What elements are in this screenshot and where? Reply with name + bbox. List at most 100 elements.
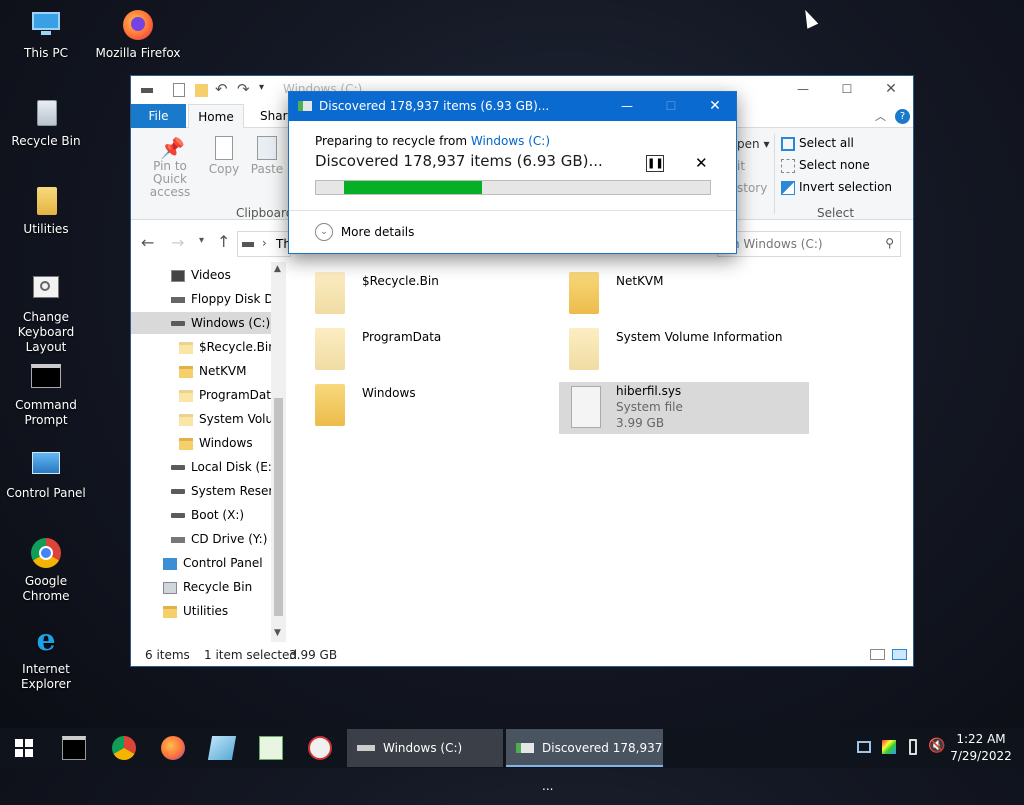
desktop-icon-internet-explorer[interactable]: e Internet Explorer — [0, 624, 92, 692]
nav-item-windows-c[interactable]: Windows (C:) — [131, 312, 271, 334]
nav-item-recycle-bin-folder[interactable]: $Recycle.Bin — [179, 336, 271, 358]
file-item[interactable]: $Recycle.Bin — [301, 268, 541, 320]
copy-button[interactable]: Copy — [205, 136, 243, 176]
nav-item-utilities[interactable]: Utilities — [163, 600, 271, 622]
folder-icon — [315, 328, 345, 370]
nav-item-programdata[interactable]: ProgramData — [179, 384, 271, 406]
dialog-titlebar[interactable]: Discovered 178,937 items (6.93 GB)... — … — [289, 92, 736, 121]
taskbar-firefox-icon[interactable] — [161, 736, 185, 760]
nav-item-netkvm[interactable]: NetKVM — [179, 360, 271, 382]
dialog-minimize-button[interactable]: — — [605, 92, 649, 121]
new-folder-icon[interactable] — [195, 84, 208, 97]
expand-ribbon-icon[interactable]: ︿ — [875, 108, 886, 124]
tab-file[interactable]: File — [131, 104, 186, 128]
file-item[interactable]: Windows — [301, 380, 541, 432]
drive-icon — [242, 242, 254, 247]
customize-toolbar-icon[interactable]: ▾ — [259, 82, 264, 93]
open-button[interactable]: pen ▾ — [737, 137, 769, 151]
select-all-label: Select all — [799, 136, 854, 150]
color-icon[interactable] — [882, 740, 896, 754]
desktop-icon-command-prompt[interactable]: Command Prompt — [0, 360, 92, 428]
dialog-close-button[interactable]: ✕ — [693, 92, 737, 121]
desktop-icon-google-chrome[interactable]: Google Chrome — [0, 536, 92, 604]
help-icon[interactable]: ? — [895, 109, 910, 124]
search-input[interactable]: h Windows (C:) — [732, 237, 823, 251]
scroll-down-icon[interactable]: ▼ — [274, 628, 281, 638]
properties-icon[interactable] — [173, 83, 185, 97]
nav-item-recycle-bin[interactable]: Recycle Bin — [163, 576, 271, 598]
clock[interactable]: 1:22 AM 7/29/2022 — [948, 731, 1014, 765]
large-icons-view-icon[interactable] — [892, 649, 907, 660]
nav-item-system-volume[interactable]: System Volun — [179, 408, 271, 430]
more-details-button[interactable]: ⌄ More details — [315, 223, 414, 243]
select-group-label: Select — [817, 206, 855, 220]
network-icon[interactable] — [857, 741, 871, 753]
nav-item-local-disk-e[interactable]: Local Disk (E:) — [171, 456, 271, 478]
desktop-icon-control-panel[interactable]: Control Panel — [0, 448, 92, 501]
taskbar-dialog-button[interactable]: Discovered 178,937 ... — [506, 729, 663, 793]
paste-button[interactable]: Paste — [247, 136, 287, 176]
source-link[interactable]: Windows (C:) — [471, 134, 550, 148]
desktop-icon-recycle-bin[interactable]: Recycle Bin — [0, 96, 92, 149]
dialog-title: Discovered 178,937 items (6.93 GB)... — [319, 99, 550, 113]
history-button[interactable]: story — [737, 181, 767, 195]
back-button[interactable]: ← — [141, 233, 154, 252]
file-item[interactable]: ProgramData — [301, 324, 541, 376]
nav-scrollbar[interactable]: ▲ ▼ — [271, 262, 286, 642]
minimize-button[interactable]: — — [781, 76, 825, 104]
details-view-icon[interactable] — [870, 649, 885, 660]
search-box[interactable]: h Windows (C:) ⚲ — [717, 231, 901, 257]
navigation-pane: Videos Floppy Disk Dri Windows (C:) $Rec… — [131, 262, 286, 642]
taskbar-explorer-button[interactable]: Windows (C:) — [347, 729, 503, 767]
up-button[interactable]: ↑ — [217, 232, 230, 251]
taskbar-command-prompt-icon[interactable] — [62, 736, 86, 760]
pin-quick-access-button[interactable]: 📌 Pin to Quick access — [137, 136, 203, 199]
tab-share[interactable]: Share — [251, 104, 295, 128]
redo-icon[interactable]: ↷ — [237, 80, 250, 98]
nav-label: ProgramData — [199, 388, 271, 402]
desktop-icon-firefox[interactable]: Mozilla Firefox — [92, 8, 184, 61]
taskbar-snipping-tool-icon[interactable] — [308, 736, 332, 760]
cancel-icon[interactable]: ✕ — [695, 154, 708, 172]
desktop-icon-change-keyboard-layout[interactable]: Change Keyboard Layout — [0, 272, 92, 355]
select-all-button[interactable]: Select all — [781, 136, 854, 154]
taskbar-notepad-icon[interactable] — [207, 736, 237, 760]
recent-locations-icon[interactable]: ▾ — [199, 235, 204, 246]
select-none-icon — [781, 158, 795, 173]
start-button[interactable] — [0, 728, 48, 768]
nav-label: System Volun — [199, 412, 271, 426]
nav-item-system-reserved[interactable]: System Reserve — [171, 480, 271, 502]
taskbar-task-manager-icon[interactable] — [259, 736, 283, 760]
address-bar[interactable]: › Th — [237, 231, 291, 257]
desktop-icon-utilities[interactable]: Utilities — [0, 184, 92, 237]
scroll-up-icon[interactable]: ▲ — [274, 264, 281, 274]
desktop-icon-label: Utilities — [23, 222, 69, 236]
undo-icon[interactable]: ↶ — [215, 80, 228, 98]
nav-item-cd-drive[interactable]: CD Drive (Y:) H — [171, 528, 271, 550]
desktop-icon-this-pc[interactable]: This PC — [0, 8, 92, 61]
file-item[interactable]: NetKVM — [555, 268, 805, 320]
recycle-progress-dialog[interactable]: Discovered 178,937 items (6.93 GB)... — … — [288, 91, 737, 254]
nav-item-boot-x[interactable]: Boot (X:) — [171, 504, 271, 526]
invert-selection-button[interactable]: Invert selection — [781, 180, 892, 198]
nav-item-floppy[interactable]: Floppy Disk Dri — [171, 288, 271, 310]
close-button[interactable]: ✕ — [869, 76, 913, 104]
maximize-button[interactable]: ☐ — [825, 76, 869, 104]
nav-item-windows-folder[interactable]: Windows — [179, 432, 271, 454]
file-item-selected[interactable]: hiberfil.sys System file 3.99 GB — [559, 382, 809, 434]
copy-label: Copy — [208, 162, 240, 176]
forward-button[interactable]: → — [171, 233, 184, 252]
taskbar-chrome-icon[interactable] — [112, 736, 136, 760]
system-file-icon — [571, 386, 601, 428]
scroll-thumb[interactable] — [274, 398, 283, 616]
folder-icon — [179, 341, 193, 354]
pause-button[interactable]: ❚❚ — [646, 155, 664, 172]
nav-item-control-panel[interactable]: Control Panel — [163, 552, 271, 574]
volume-muted-icon[interactable]: 🔇 — [928, 738, 945, 754]
nav-item-videos[interactable]: Videos — [171, 264, 271, 286]
file-item[interactable]: System Volume Information — [555, 324, 805, 376]
tab-home[interactable]: Home — [188, 104, 244, 129]
select-none-button[interactable]: Select none — [781, 158, 870, 176]
usb-icon[interactable] — [909, 739, 917, 755]
edit-button[interactable]: it — [737, 159, 745, 173]
